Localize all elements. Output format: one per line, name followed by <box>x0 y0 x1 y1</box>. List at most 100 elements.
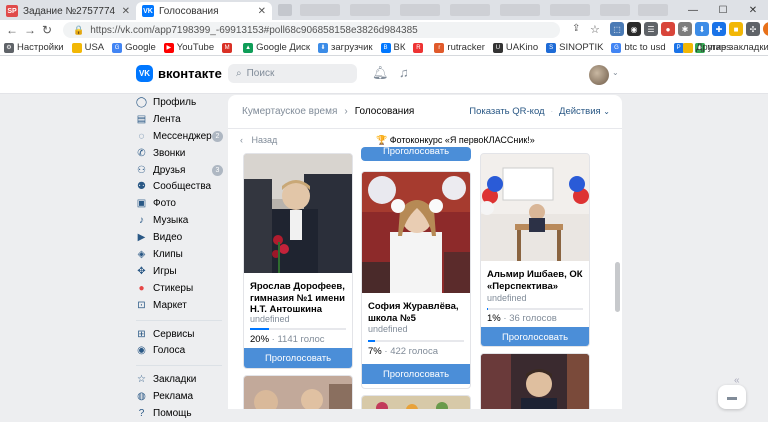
background-tab[interactable] <box>450 4 490 16</box>
sidebar-item-groups[interactable]: ⚉ Сообщества <box>136 178 226 195</box>
bookmark-label: загрузчик <box>331 42 373 53</box>
share-icon[interactable]: ⇪ <box>572 23 580 34</box>
sidebar-item-help[interactable]: ? Помощь <box>136 405 226 422</box>
background-tab[interactable] <box>400 4 440 16</box>
extension-icon[interactable]: ■ <box>729 22 743 36</box>
bell-icon[interactable]: 🔔︎ <box>372 65 389 81</box>
sidebar-item-votes[interactable]: ◉ Голоса <box>136 342 226 359</box>
actions-button[interactable]: Действия <box>559 106 601 117</box>
bookmark-vk[interactable]: В ВК <box>380 42 406 53</box>
vote-button[interactable]: Проголосовать <box>361 147 471 161</box>
uakino-icon: U <box>492 42 503 53</box>
avatar[interactable] <box>589 65 609 85</box>
sidebar-item-photo[interactable]: ▣ Фото <box>136 195 226 212</box>
tab-zadanie[interactable]: SP Задание №2757774 - просмотр з ✕ <box>0 2 136 20</box>
background-tab[interactable] <box>350 4 390 16</box>
bookmark-google[interactable]: G Google <box>112 42 156 53</box>
sidebar-item-clips[interactable]: ◈ Клипы <box>136 246 226 263</box>
candidate-photo[interactable] <box>362 396 470 409</box>
puzzle-icon[interactable]: ✣ <box>746 22 760 36</box>
youtube-icon: ▶ <box>163 42 174 53</box>
reload-icon[interactable]: ↻ <box>42 23 52 37</box>
sidebar-item-stickers[interactable]: ● Стикеры <box>136 280 226 297</box>
extension-icon[interactable]: ● <box>661 22 675 36</box>
candidate-photo[interactable] <box>244 154 352 273</box>
bookmark-other[interactable]: Другие закладки <box>683 42 768 53</box>
extension-icon[interactable]: ⬚ <box>610 22 624 36</box>
bookmark-label: ВК <box>393 42 406 53</box>
page-scrollbar[interactable] <box>615 262 620 312</box>
chevron-down-icon[interactable]: ⌄ <box>612 68 619 77</box>
extension-icon[interactable]: ⬇ <box>695 22 709 36</box>
bookmark-red[interactable]: R <box>413 42 426 53</box>
close-icon[interactable]: ✕ <box>258 6 266 17</box>
background-tab[interactable] <box>300 4 340 16</box>
bookmark-btc[interactable]: Gbtc to usd <box>611 42 666 53</box>
show-qr-button[interactable]: Показать QR-код <box>469 106 544 117</box>
sidebar-item-label: Сервисы <box>153 328 195 340</box>
bookmark-drive[interactable]: ▲ Google Диск <box>243 42 310 53</box>
breadcrumb-current: Голосования <box>354 106 415 117</box>
sidebar-item-bookmarks[interactable]: ☆ Закладки <box>136 371 226 388</box>
minimize-icon[interactable]: — <box>678 0 708 20</box>
classroom-photo <box>244 376 352 409</box>
sidebar-item-market[interactable]: ⊡ Маркет <box>136 297 226 314</box>
close-window-icon[interactable]: ✕ <box>738 0 768 20</box>
extension-icon[interactable]: ✚ <box>712 22 726 36</box>
photo-icon: ▣ <box>136 198 147 210</box>
bookmark-settings[interactable]: ⚙ Настройки <box>4 42 64 53</box>
bookmark-gmail[interactable]: M <box>222 42 235 53</box>
profile-icon[interactable]: I <box>763 22 768 36</box>
vote-button[interactable]: Проголосовать <box>362 364 470 384</box>
background-tab-icon[interactable] <box>278 4 292 16</box>
bookmark-youtube[interactable]: ▶ YouTube <box>163 42 214 53</box>
sidebar-item-games[interactable]: ✥ Игры <box>136 263 226 280</box>
extension-icon[interactable]: ☰ <box>644 22 658 36</box>
candidate-photo[interactable] <box>481 154 589 261</box>
back-arrow-icon[interactable]: ← <box>6 23 18 37</box>
maximize-icon[interactable]: ☐ <box>708 0 738 20</box>
chevron-down-icon[interactable]: ⌄ <box>603 107 610 116</box>
vote-button[interactable]: Проголосовать <box>481 327 589 346</box>
background-tab[interactable] <box>550 4 590 16</box>
bookmark-downloader[interactable]: ⬇ загрузчик <box>318 42 373 53</box>
candidate-photo[interactable] <box>362 172 470 293</box>
candidate-subtitle: undefined <box>250 314 290 324</box>
bookmark-rutracker[interactable]: r rutracker <box>434 42 485 53</box>
background-tab[interactable] <box>638 4 668 16</box>
bookmark-uakino[interactable]: U UAKino <box>492 42 538 53</box>
bookmark-sinoptik[interactable]: S SINOPTIK <box>546 42 603 53</box>
vote-stats: 20% · 1141 голос <box>250 334 325 345</box>
sidebar-item-feed[interactable]: ▤ Лента <box>136 111 226 128</box>
breadcrumb-parent[interactable]: Кумертауское время <box>242 106 337 117</box>
sidebar-item-friends[interactable]: ⚇ Друзья 3 <box>136 162 226 179</box>
back-button[interactable]: ‹ Назад <box>240 135 277 145</box>
sidebar-item-messenger[interactable]: ◌ Мессенджер 2 <box>136 128 226 145</box>
sidebar-item-video[interactable]: ▶ Видео <box>136 229 226 246</box>
background-tab[interactable] <box>600 4 630 16</box>
search-input[interactable]: ⌕ Поиск <box>228 64 357 83</box>
vote-percent: 20% <box>250 334 270 345</box>
sidebar-item-ads[interactable]: ◍ Реклама <box>136 388 226 405</box>
music-note-icon[interactable]: ♫ <box>399 65 409 80</box>
extension-icon[interactable]: ✱ <box>678 22 692 36</box>
sidebar-item-calls[interactable]: ✆ Звонки <box>136 145 226 162</box>
url-field[interactable]: 🔒 https://vk.com/app7198399_-69913153#po… <box>63 22 560 38</box>
sidebar-item-profile[interactable]: ◯ Профиль <box>136 94 226 111</box>
vk-logo[interactable]: VK вконтакте <box>136 65 222 82</box>
gear-icon: ⚙ <box>4 42 14 53</box>
bookmark-label: USA <box>84 42 105 53</box>
sidebar-item-services[interactable]: ⊞ Сервисы <box>136 326 226 343</box>
vote-button[interactable]: Проголосовать <box>244 348 352 368</box>
chat-bubble-button[interactable]: ▬ <box>718 385 746 409</box>
candidate-photo[interactable] <box>481 354 589 409</box>
star-icon[interactable]: ☆ <box>590 23 600 36</box>
close-icon[interactable]: ✕ <box>122 6 130 17</box>
background-tab[interactable] <box>500 4 540 16</box>
sidebar-item-music[interactable]: ♪ Музыка <box>136 212 226 229</box>
tab-golosovaniya[interactable]: VK Голосования ✕ <box>136 2 272 20</box>
forward-arrow-icon[interactable]: → <box>24 23 36 37</box>
extension-icon[interactable]: ◉ <box>627 22 641 36</box>
bookmark-usa[interactable]: USA <box>71 42 105 53</box>
candidate-photo[interactable] <box>244 376 352 409</box>
